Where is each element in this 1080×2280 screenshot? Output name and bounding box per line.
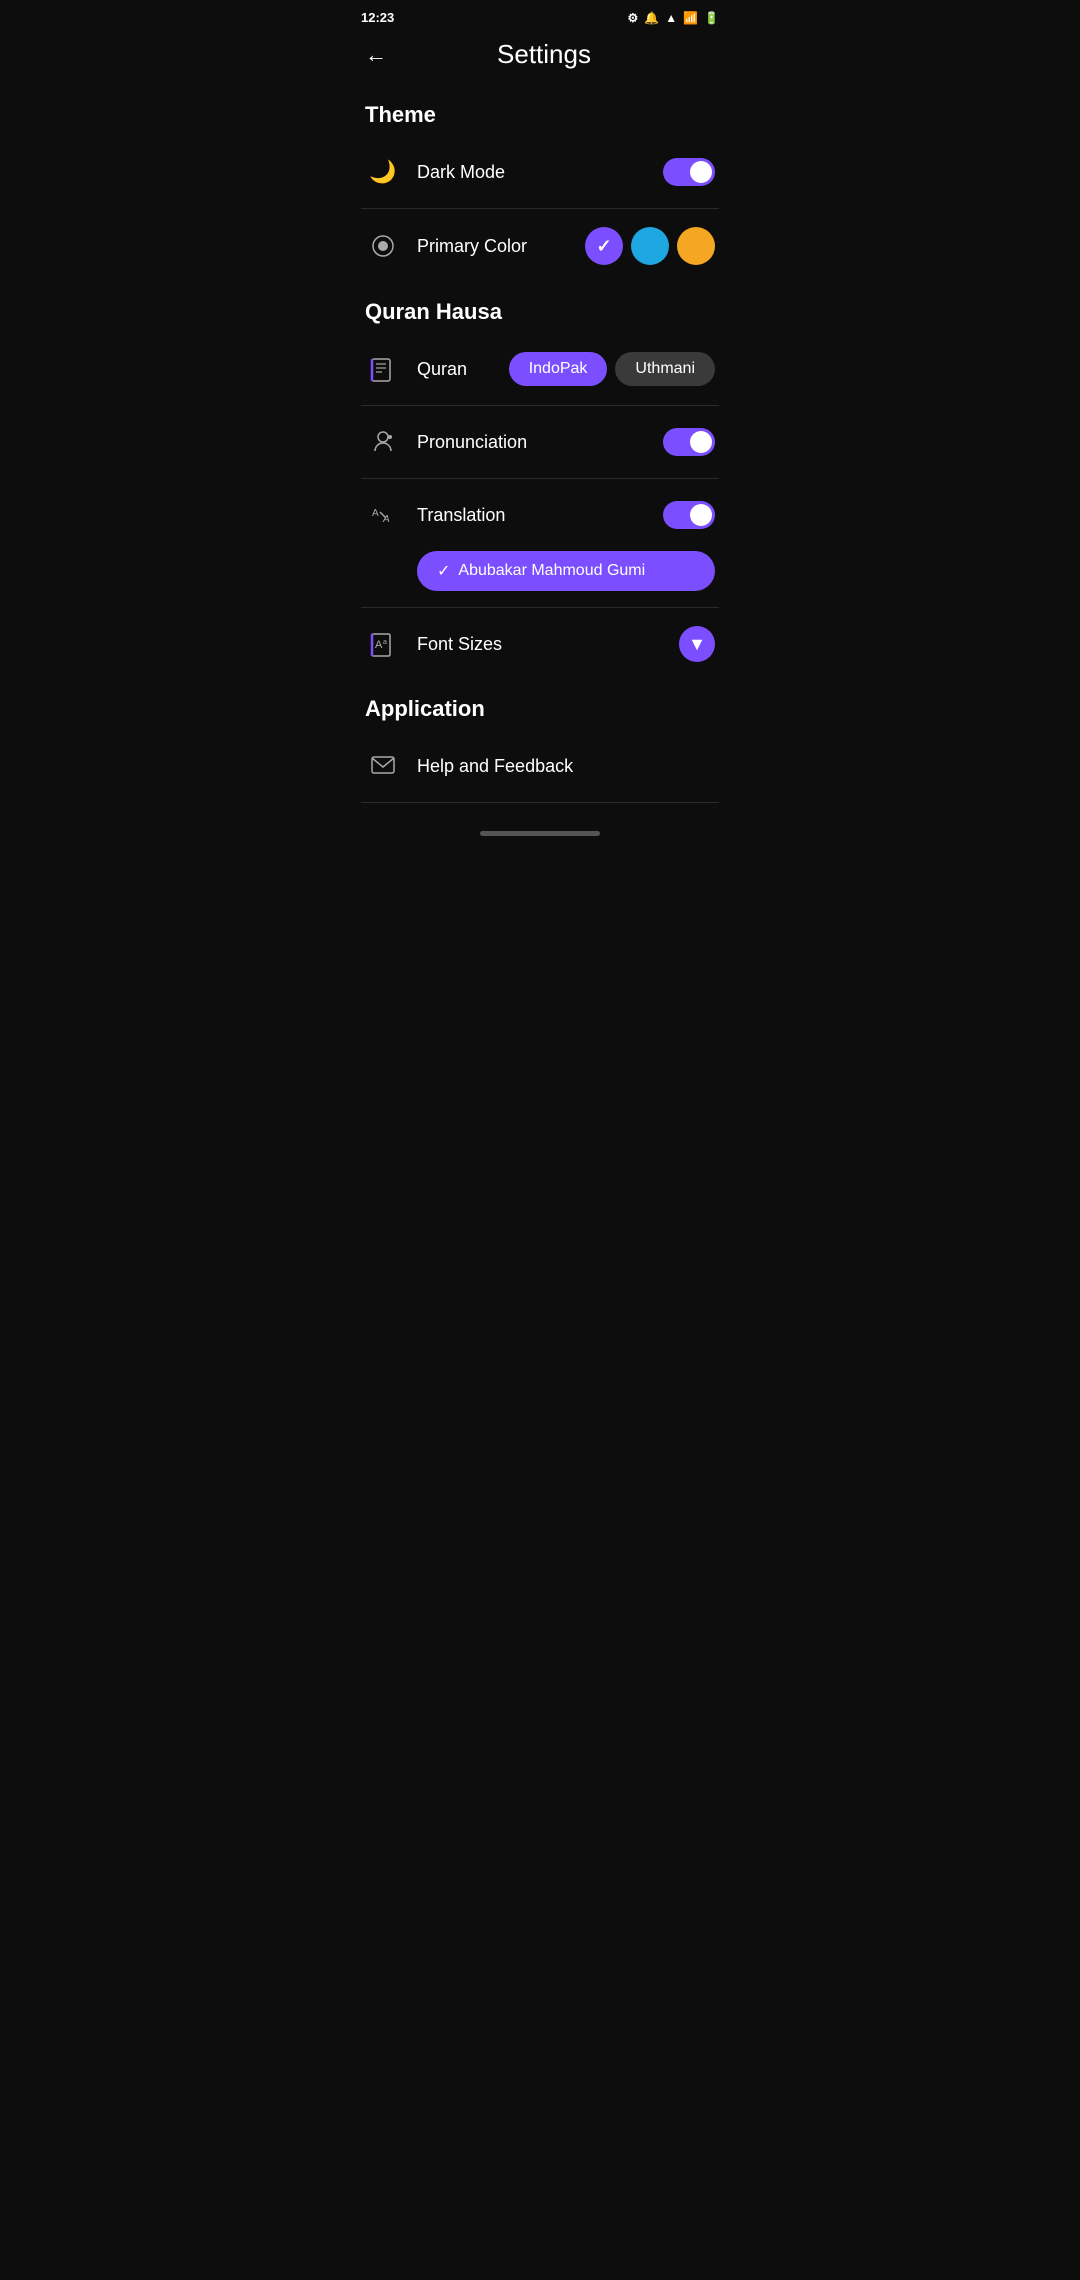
status-time: 12:23 (361, 10, 394, 25)
pronunciation-row[interactable]: Pronunciation (345, 406, 735, 478)
svg-text:A: A (372, 508, 379, 519)
font-sizes-label: Font Sizes (417, 634, 679, 655)
dark-mode-toggle[interactable] (663, 158, 715, 186)
signal-status-icon: 📶 (683, 11, 698, 25)
home-indicator (480, 831, 600, 836)
font-sizes-row[interactable]: A a Font Sizes ▼ (345, 608, 735, 680)
quran-row[interactable]: Quran IndoPak Uthmani (345, 333, 735, 405)
help-feedback-label: Help and Feedback (417, 756, 715, 777)
pronunciation-toggle-knob (690, 431, 712, 453)
translation-label: Translation (417, 505, 663, 526)
pronunciation-label: Pronunciation (417, 432, 663, 453)
dark-mode-row[interactable]: 🌙 Dark Mode (345, 136, 735, 208)
sound-status-icon: 🔔 (644, 11, 659, 25)
translation-toggle[interactable] (663, 501, 715, 529)
pronunciation-icon (365, 424, 401, 460)
color-swatch-purple[interactable] (585, 227, 623, 265)
font-sizes-dropdown-icon[interactable]: ▼ (679, 626, 715, 662)
wifi-status-icon: ▲ (665, 11, 677, 25)
svg-text:a: a (383, 639, 387, 646)
back-arrow-icon: ← (365, 42, 387, 67)
back-button[interactable]: ← (361, 40, 391, 70)
translation-selector[interactable]: ✓ Abubakar Mahmoud Gumi (417, 551, 715, 591)
application-section-header: Application (345, 680, 735, 730)
translation-row[interactable]: A A Translation (345, 479, 735, 551)
help-feedback-icon (365, 748, 401, 784)
status-icons: ⚙ 🔔 ▲ 📶 🔋 (627, 11, 719, 25)
dark-mode-label: Dark Mode (417, 162, 663, 183)
primary-color-row[interactable]: Primary Color (345, 209, 735, 283)
settings-status-icon: ⚙ (627, 11, 638, 25)
bottom-nav-bar (345, 803, 735, 862)
translation-selected-label: Abubakar Mahmoud Gumi (458, 562, 645, 580)
color-swatch-orange[interactable] (677, 227, 715, 265)
translation-icon: A A (365, 497, 401, 533)
pronunciation-toggle[interactable] (663, 428, 715, 456)
color-swatch-blue[interactable] (631, 227, 669, 265)
uthmani-button[interactable]: Uthmani (615, 352, 715, 386)
primary-color-label: Primary Color (417, 236, 585, 257)
help-and-feedback-row[interactable]: Help and Feedback (345, 730, 735, 802)
status-bar: 12:23 ⚙ 🔔 ▲ 📶 🔋 (345, 0, 735, 31)
quran-hausa-section-header: Quran Hausa (345, 283, 735, 333)
dark-mode-toggle-knob (690, 161, 712, 183)
battery-status-icon: 🔋 (704, 11, 719, 25)
theme-section-header: Theme (345, 86, 735, 136)
page-title: Settings (399, 39, 689, 70)
page-header: ← Settings (345, 31, 735, 86)
translation-check-icon: ✓ (437, 561, 450, 581)
quran-icon (365, 351, 401, 387)
quran-label: Quran (417, 359, 509, 380)
primary-color-icon (365, 228, 401, 264)
indopak-button[interactable]: IndoPak (509, 352, 608, 386)
font-sizes-icon: A a (365, 626, 401, 662)
dark-mode-icon: 🌙 (365, 154, 401, 190)
quran-script-buttons: IndoPak Uthmani (509, 352, 715, 386)
color-swatches (585, 227, 715, 265)
svg-text:A: A (375, 639, 383, 651)
translation-toggle-knob (690, 504, 712, 526)
